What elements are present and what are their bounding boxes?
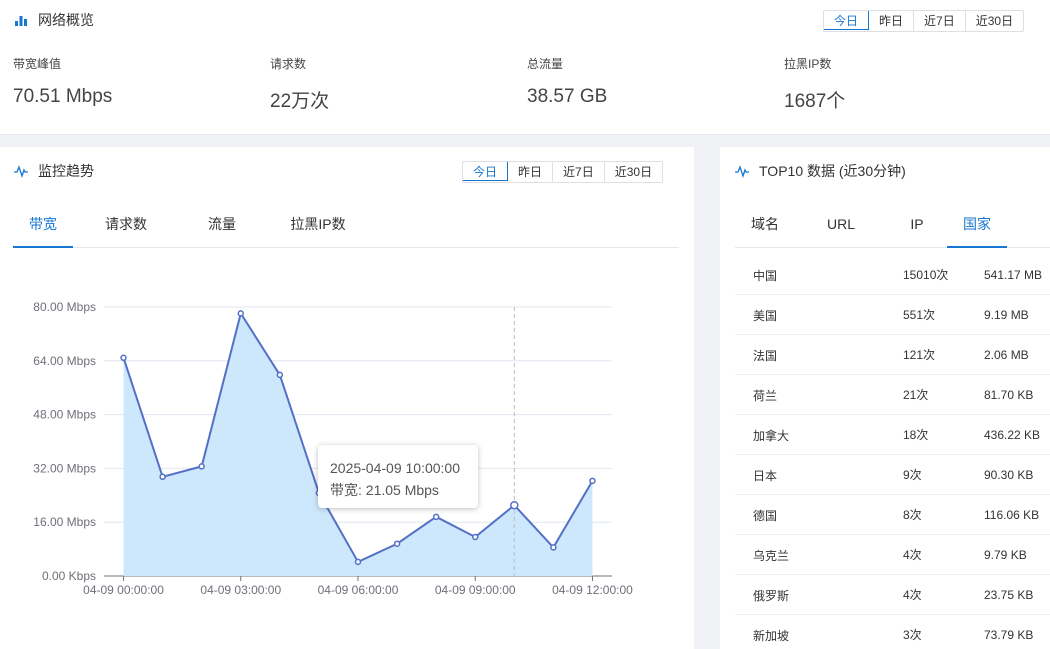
top10-panel: TOP10 数据 (近30分钟) 域名 URL IP 国家 中国 15010次 541.1… — [720, 147, 1050, 649]
range-button[interactable]: 昨日 — [868, 11, 913, 31]
data-point — [159, 473, 166, 481]
top10-table: 中国 15010次 541.17 MB 美国 551次 9.19 MB 法国 121次 2.06… — [735, 255, 1050, 649]
row-size: 9.19 MB — [984, 308, 1029, 322]
data-point — [198, 463, 205, 470]
range-button[interactable]: 今日 — [463, 162, 509, 181]
chart-tooltip: 2025-04-09 10:00:00 带宽: 21.05 Mbps — [318, 445, 478, 508]
data-point — [354, 558, 362, 566]
table-row: 日本 9次 90.30 KB — [735, 455, 1050, 495]
row-country: 德国 — [753, 508, 778, 523]
row-country: 美国 — [753, 308, 778, 323]
row-count: 3次 — [903, 628, 922, 642]
data-point — [510, 500, 519, 510]
tooltip-value: 带宽: 21.05 Mbps — [330, 482, 439, 498]
row-country: 新加坡 — [753, 628, 790, 643]
x-tick-label: 04-09 09:00:00 — [435, 583, 516, 597]
row-size: 2.06 MB — [984, 348, 1029, 362]
top10-category-tabs: 域名 URL IP 国家 — [735, 214, 1050, 248]
row-country: 乌克兰 — [753, 548, 790, 563]
y-tick-label: 16.00 Mbps — [33, 515, 96, 529]
row-count: 121次 — [903, 348, 936, 362]
table-row: 法国 121次 2.06 MB — [735, 335, 1050, 375]
overview-range-group: 今日 昨日 近7日 近30日 — [823, 10, 1025, 32]
row-count: 8次 — [903, 508, 922, 522]
range-button[interactable]: 近30日 — [964, 11, 1023, 31]
row-count: 4次 — [903, 588, 922, 602]
row-count: 21次 — [903, 388, 929, 402]
row-size: 73.79 KB — [984, 628, 1034, 642]
range-button[interactable]: 今日 — [824, 11, 870, 30]
row-size: 116.06 KB — [984, 508, 1040, 522]
row-size: 541.17 MB — [984, 268, 1043, 282]
top10-header: TOP10 数据 (近30分钟) — [735, 161, 906, 181]
row-size: 23.75 KB — [984, 588, 1034, 602]
row-country: 法国 — [753, 348, 778, 363]
x-tick-label: 04-09 00:00:00 — [83, 583, 164, 597]
table-row: 俄罗斯 4次 23.75 KB — [735, 575, 1050, 615]
row-count: 551次 — [903, 308, 936, 322]
tab-item[interactable]: URL — [795, 214, 887, 247]
y-tick-label: 48.00 Mbps — [33, 408, 96, 422]
row-count: 15010次 — [903, 268, 949, 282]
row-country: 荷兰 — [753, 388, 778, 403]
row-country: 日本 — [753, 468, 778, 483]
row-country: 俄罗斯 — [753, 588, 790, 603]
row-country: 加拿大 — [753, 428, 790, 443]
data-point — [471, 533, 479, 541]
tooltip-time: 2025-04-09 10:00:00 — [330, 460, 460, 476]
x-tick-label: 04-09 12:00:00 — [552, 583, 633, 597]
y-tick-label: 32.00 Mbps — [33, 461, 96, 475]
row-count: 4次 — [903, 548, 922, 562]
row-size: 81.70 KB — [984, 388, 1034, 402]
data-point — [120, 354, 127, 362]
data-point — [589, 477, 596, 485]
tab-item[interactable]: IP — [887, 214, 947, 247]
data-point — [550, 544, 557, 551]
table-row: 乌克兰 4次 9.79 KB — [735, 535, 1050, 575]
y-tick-label: 64.00 Mbps — [33, 354, 96, 368]
stat-value: 1687个 — [784, 91, 846, 112]
stat-blocked-ip: 拉黑IP数 1687个 — [784, 55, 845, 113]
row-country: 中国 — [753, 268, 778, 283]
table-row: 加拿大 18次 436.22 KB — [735, 415, 1050, 455]
x-tick-label: 04-09 03:00:00 — [200, 583, 281, 597]
data-point — [432, 513, 440, 521]
row-size: 9.79 KB — [984, 548, 1027, 562]
range-button[interactable]: 近7日 — [913, 11, 965, 31]
stat-label: 拉黑IP数 — [784, 57, 832, 71]
row-count: 9次 — [903, 468, 922, 482]
tab-item[interactable]: 国家 — [947, 214, 1007, 248]
y-tick-label: 80.00 Mbps — [33, 300, 96, 314]
top10-title: TOP10 数据 (近30分钟) — [759, 163, 906, 179]
tab-item[interactable]: 域名 — [735, 214, 795, 247]
pulse-icon — [735, 165, 749, 178]
data-point — [276, 371, 284, 379]
row-size: 90.30 KB — [984, 468, 1034, 482]
row-count: 18次 — [903, 428, 929, 442]
bandwidth-chart: 0.00 Kbps 16.00 Mbps 32.00 Mbps 48.00 Mbps 6… — [33, 300, 633, 597]
table-row: 新加坡 3次 73.79 KB — [735, 615, 1050, 649]
table-row: 德国 8次 116.06 KB — [735, 495, 1050, 535]
table-row: 美国 551次 9.19 MB — [735, 295, 1050, 335]
y-tick-label: 0.00 Kbps — [42, 569, 96, 583]
table-row: 中国 15010次 541.17 MB — [735, 255, 1050, 295]
table-row: 荷兰 21次 81.70 KB — [735, 375, 1050, 415]
x-tick-label: 04-09 06:00:00 — [318, 583, 399, 597]
data-point — [393, 540, 401, 547]
data-point — [237, 310, 245, 317]
row-size: 436.22 KB — [984, 428, 1041, 442]
